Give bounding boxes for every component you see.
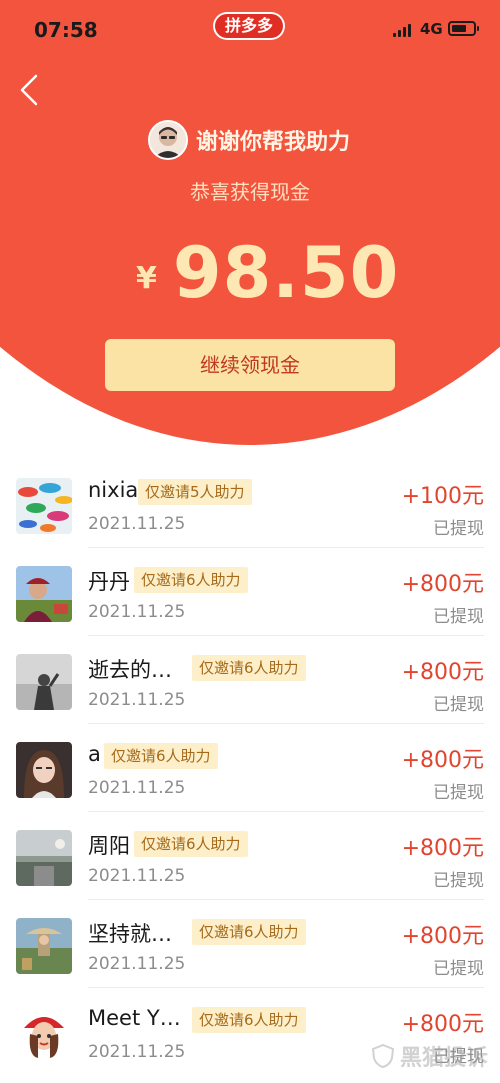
reward-amount: +800元	[401, 1012, 484, 1037]
invite-tag: 仅邀请6人助力	[134, 567, 248, 593]
status-time: 07:58	[34, 18, 98, 42]
reward-amount: +800元	[401, 924, 484, 949]
avatar	[16, 742, 72, 798]
status-bar: 07:58 拼多多 4G	[0, 0, 500, 60]
record-date: 2021.11.25	[88, 954, 186, 974]
reward-amount: +800元	[401, 836, 484, 861]
user-name: a	[88, 742, 101, 766]
list-item[interactable]: 坚持就… 仅邀请6人助力 2021.11.25 +800元 已提现	[0, 900, 500, 988]
record-date: 2021.11.25	[88, 778, 186, 798]
withdraw-status: 已提现	[433, 959, 484, 979]
continue-cash-button[interactable]: 继续领现金	[105, 339, 395, 391]
invite-tag: 仅邀请6人助力	[134, 831, 248, 857]
chevron-left-icon	[20, 74, 38, 106]
watermark: 黑猫投诉	[372, 1040, 488, 1072]
list-item[interactable]: 周阳 仅邀请6人助力 2021.11.25 +800元 已提现	[0, 812, 500, 900]
app-badge: 拼多多	[213, 12, 285, 40]
thanks-text: 谢谢你帮我助力	[196, 130, 351, 155]
cash-amount: ¥ 98.50	[136, 224, 399, 314]
list-item[interactable]: nixia 仅邀请5人助力 2021.11.25 +100元 已提现	[0, 460, 500, 548]
user-name: 周阳	[88, 834, 130, 858]
currency-symbol: ¥	[136, 261, 157, 296]
amount-value: 98.50	[172, 232, 400, 314]
user-name: nixia	[88, 478, 139, 502]
list-item[interactable]: a 仅邀请6人助力 2021.11.25 +800元 已提现	[0, 724, 500, 812]
withdraw-status: 已提现	[433, 695, 484, 715]
record-date: 2021.11.25	[88, 690, 186, 710]
avatar	[16, 830, 72, 886]
record-date: 2021.11.25	[88, 602, 186, 622]
watermark-text: 黑猫投诉	[400, 1046, 489, 1071]
shield-icon	[372, 1044, 394, 1068]
record-date: 2021.11.25	[88, 1042, 186, 1062]
avatar	[16, 918, 72, 974]
list-item[interactable]: 丹丹 仅邀请6人助力 2021.11.25 +800元 已提现	[0, 548, 500, 636]
invite-tag: 仅邀请6人助力	[192, 919, 306, 945]
reward-amount: +100元	[401, 484, 484, 509]
withdraw-status: 已提现	[433, 519, 484, 539]
invite-record-list: nixia 仅邀请5人助力 2021.11.25 +100元 已提现 丹丹 仅邀…	[0, 460, 500, 1076]
reward-amount: +800元	[401, 572, 484, 597]
congrats-text: 恭喜获得现金	[190, 180, 310, 204]
battery-icon	[448, 21, 479, 36]
invite-tag: 仅邀请6人助力	[192, 655, 306, 681]
withdraw-status: 已提现	[433, 607, 484, 627]
withdraw-status: 已提现	[433, 871, 484, 891]
user-name: 逝去的…	[88, 658, 172, 682]
hero-banner: 07:58 拼多多 4G 谢谢你帮我助力 恭喜获得现金 ¥ 98.50 继续领现…	[0, 0, 500, 445]
thanks-row: 谢谢你帮我助力	[148, 120, 350, 160]
avatar	[16, 1006, 72, 1062]
user-name: 丹丹	[88, 570, 130, 594]
network-type: 4G	[420, 20, 443, 38]
invite-tag: 仅邀请6人助力	[104, 743, 218, 769]
invite-tag: 仅邀请6人助力	[192, 1007, 306, 1033]
list-item[interactable]: 逝去的… 仅邀请6人助力 2021.11.25 +800元 已提现	[0, 636, 500, 724]
record-date: 2021.11.25	[88, 514, 186, 534]
avatar	[16, 478, 72, 534]
reward-amount: +800元	[401, 660, 484, 685]
avatar	[148, 120, 188, 160]
reward-amount: +800元	[401, 748, 484, 773]
withdraw-status: 已提现	[433, 783, 484, 803]
record-date: 2021.11.25	[88, 866, 186, 886]
avatar	[16, 566, 72, 622]
back-button[interactable]	[16, 70, 46, 110]
signal-icon	[393, 24, 413, 37]
user-name: 坚持就…	[88, 922, 172, 946]
invite-tag: 仅邀请5人助力	[138, 479, 252, 505]
user-name: Meet Y…	[88, 1006, 181, 1030]
avatar	[16, 654, 72, 710]
